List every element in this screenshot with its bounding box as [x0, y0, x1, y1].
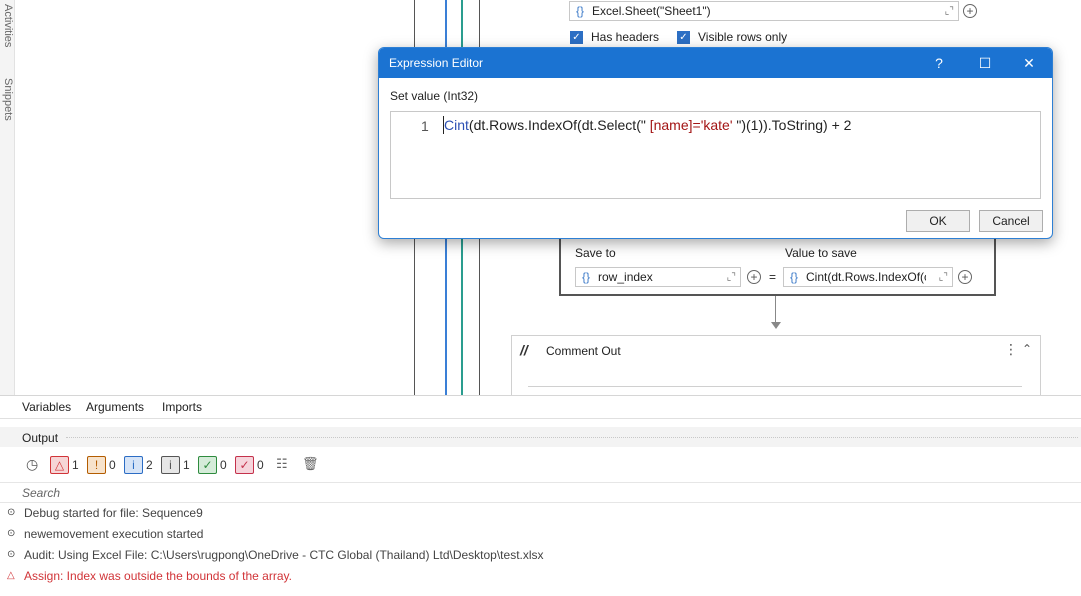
checkbox-checked-icon[interactable]: ✓	[677, 30, 690, 44]
excel-sheet-input[interactable]: {} Excel.Sheet("Sheet1") ⌞⌝	[569, 1, 959, 21]
output-filter-badge[interactable]: ✓ 0	[235, 456, 264, 474]
filter-list-icon[interactable]: ☷	[276, 456, 288, 472]
badge-count: 0	[220, 458, 227, 472]
log-icon: ⊙	[7, 549, 16, 560]
log-level-icon: !	[87, 456, 106, 474]
log-text: Assign: Index was outside the bounds of …	[24, 569, 292, 583]
trash-icon[interactable]: 🗑	[302, 456, 319, 472]
comment-icon: //	[520, 342, 528, 358]
log-icon: △	[7, 570, 15, 581]
close-icon[interactable]: ✕	[1017, 52, 1041, 74]
expand-icon[interactable]: ⌞⌝	[727, 272, 736, 283]
output-filter-badge[interactable]: i2	[124, 456, 153, 474]
comment-body	[528, 386, 1022, 395]
output-filter-badge[interactable]: ✓ 0	[198, 456, 227, 474]
bottom-tabs: Variables Arguments Imports	[0, 396, 1081, 419]
add-icon[interactable]: +	[747, 270, 761, 284]
ok-button[interactable]: OK	[906, 210, 970, 232]
output-title: Output	[22, 431, 59, 445]
value-to-save-value: Cint(dt.Rows.IndexOf(c	[806, 270, 927, 284]
log-text: newemovement execution started	[24, 527, 204, 541]
log-text: Debug started for file: Sequence9	[24, 506, 203, 520]
code-string: [name]='kate'	[645, 117, 737, 133]
has-headers-option[interactable]: ✓ Has headers	[570, 30, 659, 44]
search-placeholder: Search	[22, 486, 61, 500]
badge-count: 2	[146, 458, 153, 472]
curly-braces-icon: {}	[582, 270, 591, 284]
add-icon[interactable]: +	[963, 4, 977, 18]
code-keyword: Cint	[444, 117, 469, 133]
log-level-icon: ✓	[235, 456, 254, 474]
curly-braces-icon: {}	[790, 270, 799, 284]
save-to-value: row_index	[598, 270, 653, 284]
expand-icon[interactable]: ⌞⌝	[939, 272, 948, 283]
tab-variables[interactable]: Variables	[22, 400, 71, 414]
expression-editor-dialog: Expression Editor ? ☐ ✕ Set value (Int32…	[378, 47, 1053, 239]
snippets-tab[interactable]: Snippets	[0, 78, 14, 121]
log-entry[interactable]: ⊙ newemovement execution started	[0, 525, 1081, 545]
log-entry[interactable]: ⊙ Audit: Using Excel File: C:\Users\rugpo…	[0, 546, 1081, 566]
bottom-panel: Variables Arguments Imports Output ◷ △ 1!…	[0, 395, 1081, 596]
assign-activity-card[interactable]: Save to Value to save {} row_index ⌞⌝ + …	[559, 234, 996, 296]
clock-icon[interactable]: ◷	[26, 456, 38, 473]
output-log-list: ⊙ Debug started for file: Sequence9 ⊙ newem…	[0, 504, 1081, 594]
activities-tab[interactable]: Activities	[0, 4, 14, 47]
output-filter-badge[interactable]: ! 0	[87, 456, 116, 474]
log-level-icon: △	[50, 456, 69, 474]
save-to-input[interactable]: {} row_index ⌞⌝	[575, 267, 741, 287]
more-options-icon[interactable]: ⋮	[1004, 341, 1018, 358]
log-entry[interactable]: ⊙ Debug started for file: Sequence9	[0, 504, 1081, 524]
visible-rows-label: Visible rows only	[698, 30, 788, 44]
code-part: ")(1)).ToString) + 2	[736, 117, 852, 133]
tab-imports[interactable]: Imports	[162, 400, 202, 414]
connector-arrow-icon	[771, 322, 781, 329]
panel-grip	[66, 437, 1078, 438]
equals-sign: =	[769, 270, 777, 284]
excel-sheet-value: Excel.Sheet("Sheet1")	[592, 4, 711, 18]
expand-icon[interactable]: ⌞⌝	[945, 6, 954, 17]
save-to-label: Save to	[575, 246, 616, 260]
log-level-icon: i	[124, 456, 143, 474]
tab-arguments[interactable]: Arguments	[86, 400, 144, 414]
log-level-icon: i	[161, 456, 180, 474]
output-header: Output	[0, 427, 1081, 447]
has-headers-label: Has headers	[591, 30, 660, 44]
badge-count: 0	[109, 458, 116, 472]
search-input[interactable]: Search	[0, 482, 1081, 503]
value-to-save-input[interactable]: {} Cint(dt.Rows.IndexOf(c ⌞⌝	[783, 267, 953, 287]
add-icon[interactable]: +	[958, 270, 972, 284]
curly-braces-icon: {}	[576, 4, 585, 18]
value-to-save-label: Value to save	[785, 246, 857, 260]
help-icon[interactable]: ?	[927, 52, 951, 74]
visible-rows-option[interactable]: ✓ Visible rows only	[677, 30, 787, 44]
badge-count: 1	[183, 458, 190, 472]
left-panel-strip: Activities Snippets	[0, 0, 15, 395]
comment-out-title: Comment Out	[546, 344, 621, 358]
dialog-title: Expression Editor	[389, 56, 484, 70]
output-filter-badge[interactable]: i1	[161, 456, 190, 474]
expression-code-editor[interactable]: 1 Cint(dt.Rows.IndexOf(dt.Select(" [name…	[390, 111, 1041, 199]
checkbox-checked-icon[interactable]: ✓	[570, 30, 583, 44]
expression-code: Cint(dt.Rows.IndexOf(dt.Select(" [name]=…	[444, 117, 851, 133]
cancel-button[interactable]: Cancel	[979, 210, 1043, 232]
log-text: Audit: Using Excel File: C:\Users\rugpon…	[24, 548, 544, 562]
log-level-icon: ✓	[198, 456, 217, 474]
collapse-icon[interactable]: ⌃	[1022, 342, 1032, 356]
connector-line	[775, 296, 776, 324]
maximize-icon[interactable]: ☐	[973, 52, 997, 74]
output-toolbar: ◷ △ 1! 0 i 2 i 1 ✓ 0 ✓ 0 ☷ 🗑	[22, 455, 332, 477]
line-number: 1	[421, 118, 429, 134]
badge-count: 0	[257, 458, 264, 472]
log-icon: ⊙	[7, 528, 16, 539]
dialog-titlebar[interactable]: Expression Editor ? ☐ ✕	[379, 48, 1052, 78]
output-filter-badge[interactable]: △ 1	[50, 456, 79, 474]
comment-out-activity[interactable]: // Comment Out ⋮ ⌃	[511, 335, 1041, 395]
log-icon: ⊙	[7, 507, 16, 518]
log-entry[interactable]: △ Assign: Index was outside the bounds of…	[0, 567, 1081, 587]
code-part: (dt.Rows.IndexOf(dt.Select("	[468, 117, 646, 133]
badge-count: 1	[72, 458, 79, 472]
set-value-label: Set value (Int32)	[390, 89, 479, 103]
